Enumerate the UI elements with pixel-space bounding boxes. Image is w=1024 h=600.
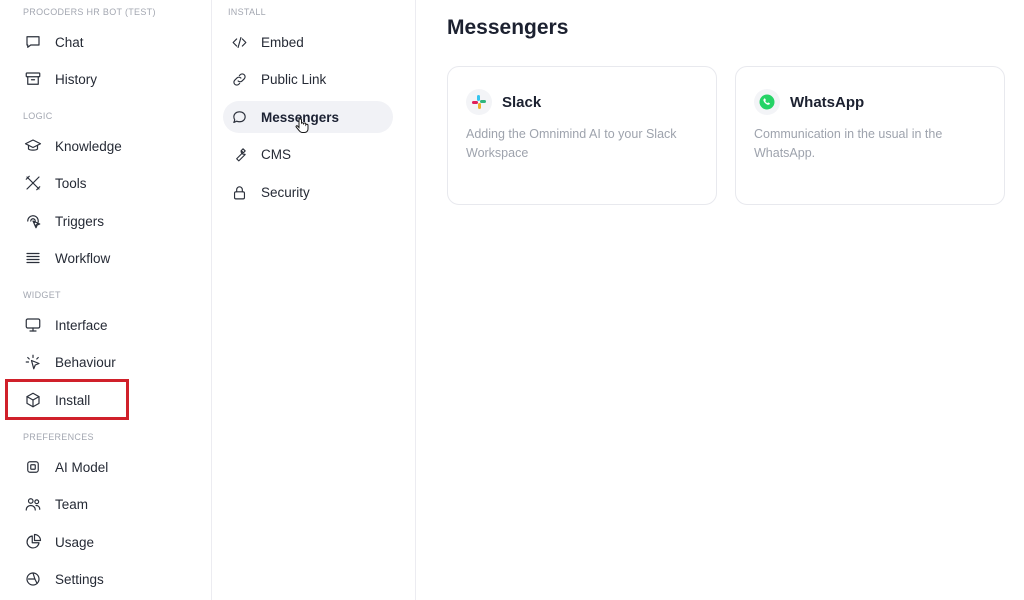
page-title: Messengers <box>447 16 569 39</box>
sidebar-item-ai-model[interactable]: AI Model <box>14 452 194 482</box>
sidebar-item-label: Workflow <box>55 250 111 266</box>
team-icon <box>23 494 43 514</box>
sidebar-item-label: Settings <box>55 571 104 587</box>
subnav-item-security[interactable]: Security <box>223 176 393 208</box>
sparkle-cursor-icon <box>23 352 43 372</box>
sidebar-item-label: Tools <box>55 175 87 191</box>
sidebar-item-triggers[interactable]: Triggers <box>14 206 194 236</box>
section-title-widget: WIDGET <box>23 290 61 300</box>
chip-icon <box>23 457 43 477</box>
subnav-item-embed[interactable]: Embed <box>223 26 393 58</box>
lock-icon <box>229 182 249 202</box>
sidebar: PROCODERS HR BOT (TEST) Chat History LOG… <box>0 0 212 600</box>
card-title: WhatsApp <box>790 93 865 111</box>
tools-icon <box>23 173 43 193</box>
slack-icon <box>466 89 492 115</box>
sidebar-item-label: Usage <box>55 534 95 550</box>
sidebar-item-label: Interface <box>55 317 108 333</box>
install-subnav: INSTALL Embed Public Link Messengers CMS… <box>213 0 416 600</box>
cube-icon <box>23 390 43 410</box>
sidebar-item-label: Team <box>55 496 89 512</box>
section-title-preferences: PREFERENCES <box>23 432 94 442</box>
subnav-title: INSTALL <box>228 7 266 17</box>
pie-chart-icon <box>23 532 43 552</box>
sidebar-item-install[interactable]: Install <box>14 385 194 415</box>
sidebar-item-label: Behaviour <box>55 354 116 370</box>
card-title: Slack <box>502 93 542 111</box>
card-description: Communication in the usual in the WhatsA… <box>754 127 943 160</box>
subnav-item-cms[interactable]: CMS <box>223 138 393 170</box>
message-icon <box>229 107 249 127</box>
subnav-item-label: Security <box>261 184 310 200</box>
sidebar-item-team[interactable]: Team <box>14 489 194 519</box>
slack-card[interactable]: Slack Adding the Omnimind AI to your Sla… <box>447 66 717 205</box>
sidebar-item-behaviour[interactable]: Behaviour <box>14 347 194 377</box>
section-title-bot: PROCODERS HR BOT (TEST) <box>23 7 156 17</box>
archive-icon <box>23 69 43 89</box>
card-description: Adding the Omnimind AI to your Slack Wor… <box>466 127 677 160</box>
sidebar-item-label: Triggers <box>55 213 105 229</box>
monitor-icon <box>23 315 43 335</box>
section-title-logic: LOGIC <box>23 111 53 121</box>
hand-cursor-icon <box>295 118 309 133</box>
sidebar-item-settings[interactable]: Settings <box>14 564 194 594</box>
wrench-icon <box>229 144 249 164</box>
sidebar-item-label: AI Model <box>55 459 109 475</box>
subnav-item-label: Public Link <box>261 71 327 87</box>
sidebar-item-chat[interactable]: Chat <box>14 27 194 57</box>
graduation-cap-icon <box>23 136 43 156</box>
sidebar-item-knowledge[interactable]: Knowledge <box>14 131 194 161</box>
sidebar-item-history[interactable]: History <box>14 64 194 94</box>
sidebar-item-label: Install <box>55 392 91 408</box>
sidebar-item-usage[interactable]: Usage <box>14 527 194 557</box>
code-icon <box>229 32 249 52</box>
sidebar-item-workflow[interactable]: Workflow <box>14 243 194 273</box>
link-icon <box>229 69 249 89</box>
subnav-item-public-link[interactable]: Public Link <box>223 63 393 95</box>
card-header: Slack <box>466 89 541 115</box>
trigger-icon <box>23 211 43 231</box>
sidebar-item-tools[interactable]: Tools <box>14 168 194 198</box>
sidebar-item-label: History <box>55 71 98 87</box>
workflow-icon <box>23 248 43 268</box>
subnav-item-label: CMS <box>261 146 291 162</box>
main-content: Messengers Slack Adding the Omnimind AI … <box>417 0 1024 600</box>
subnav-item-label: Embed <box>261 34 304 50</box>
card-header: WhatsApp <box>754 89 864 115</box>
sidebar-item-label: Chat <box>55 34 84 50</box>
sidebar-item-label: Knowledge <box>55 138 122 154</box>
whatsapp-icon <box>754 89 780 115</box>
chat-icon <box>23 32 43 52</box>
sidebar-item-interface[interactable]: Interface <box>14 310 194 340</box>
settings-icon <box>23 569 43 589</box>
whatsapp-card[interactable]: WhatsApp Communication in the usual in t… <box>735 66 1005 205</box>
